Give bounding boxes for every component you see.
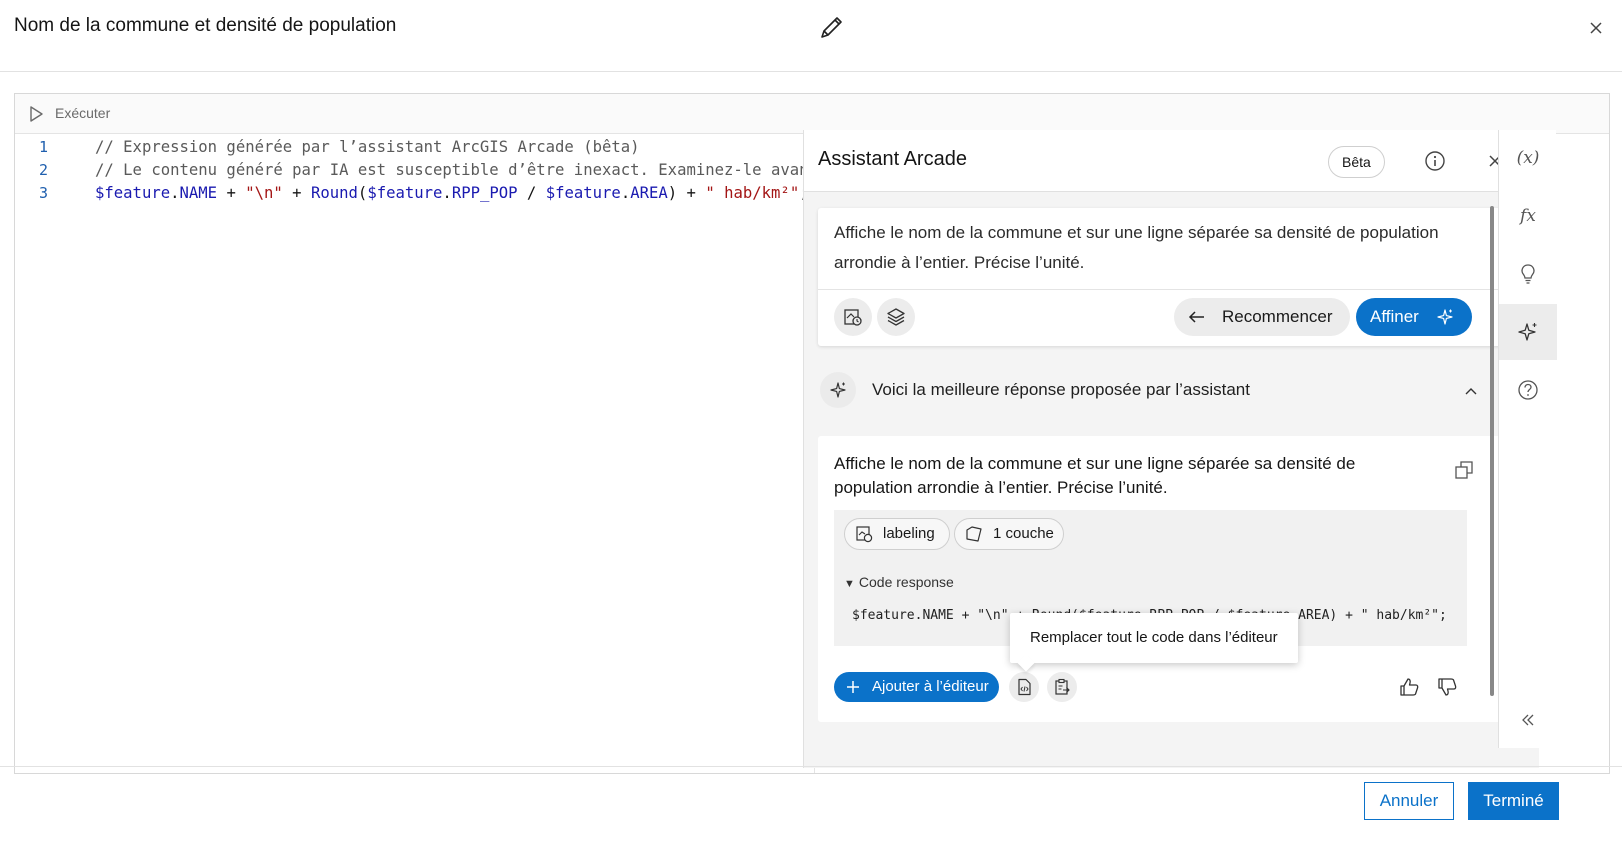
run-button[interactable]: Exécuter [55, 105, 110, 121]
layers-pill-label: 1 couche [993, 525, 1054, 542]
variables-icon: (x) [1516, 148, 1540, 168]
code-token: $feature [545, 184, 621, 202]
replace-code-tooltip: Remplacer tout le code dans l’éditeur [1010, 613, 1298, 663]
restart-label: Recommencer [1222, 307, 1333, 326]
info-icon[interactable] [1424, 150, 1446, 172]
profile-context-button[interactable] [834, 298, 872, 336]
code-token: + [217, 184, 246, 202]
line-number: 1 [39, 138, 49, 156]
cancel-button[interactable]: Annuler [1364, 782, 1454, 820]
code-token: AREA [630, 184, 668, 202]
code-file-icon [1018, 678, 1031, 696]
profile-pill-label: labeling [883, 525, 935, 542]
code-token: // Le contenu généré par IA est suscepti… [95, 161, 815, 179]
arrow-left-icon [1188, 311, 1204, 323]
copy-code-button[interactable] [1047, 672, 1077, 702]
close-icon[interactable] [1586, 18, 1606, 38]
double-chevron-left-icon [1522, 714, 1534, 726]
assistant-header: Assistant Arcade Bêta [804, 130, 1539, 192]
suggestions-button[interactable] [1499, 246, 1557, 302]
refine-label: Affiner [1370, 307, 1419, 326]
layers-context-button[interactable] [877, 298, 915, 336]
code-token: . [620, 184, 631, 202]
code-token: . [442, 184, 452, 202]
plus-icon [847, 681, 859, 693]
code-response-toggle[interactable]: ▼ Code response [844, 574, 954, 590]
help-icon [1518, 380, 1538, 400]
restart-button[interactable]: Recommencer [1174, 298, 1350, 336]
dialog-header: Nom de la commune et densité de populati… [0, 0, 1622, 72]
variables-button[interactable]: (x) [1499, 130, 1557, 186]
help-button[interactable] [1499, 362, 1557, 418]
code-token: NAME [179, 184, 218, 202]
profile-pill[interactable]: labeling [844, 518, 950, 550]
sparkle-badge [820, 372, 856, 408]
replace-code-button[interactable] [1009, 672, 1039, 702]
assistant-button[interactable] [1499, 304, 1557, 360]
dialog-title: Nom de la commune et densité de populati… [14, 15, 397, 36]
sparkle-icon [830, 382, 846, 398]
code-token: $feature [367, 184, 443, 202]
code-text: // Le contenu généré par IA est suscepti… [95, 158, 815, 182]
code-text: $feature.NAME + "\n" + Round($feature.RP… [95, 181, 809, 205]
profile-icon [844, 309, 862, 326]
best-response-label: Voici la meilleure réponse proposée par … [872, 380, 1250, 399]
code-response-label: Code response [858, 574, 954, 590]
sparkle-icon [1518, 323, 1537, 341]
layers-icon [887, 308, 905, 326]
code-text: // Expression générée par l’assistant Ar… [95, 135, 640, 159]
play-icon[interactable] [27, 105, 45, 123]
code-token: . [170, 184, 180, 202]
collapse-panel-button[interactable] [1499, 692, 1557, 748]
map-icon [966, 526, 982, 542]
response-card: Affiche le nom de la commune et sur une … [818, 436, 1518, 722]
add-to-editor-label: Ajouter à l’éditeur [872, 678, 989, 695]
thumbs-down-icon[interactable] [1436, 676, 1458, 698]
chevron-up-icon[interactable] [1464, 384, 1478, 398]
code-token: ) + [667, 184, 706, 202]
code-token: / [517, 184, 546, 202]
functions-button[interactable]: fx [1499, 188, 1557, 244]
prompt-textarea[interactable]: Affiche le nom de la commune et sur une … [834, 218, 1494, 278]
code-token: $feature [95, 184, 171, 202]
triangle-down-icon: ▼ [844, 578, 855, 590]
code-token: " hab/km²" [705, 184, 800, 202]
refine-button[interactable]: Affiner [1356, 298, 1472, 336]
code-token: RPP_POP [451, 184, 518, 202]
pencil-icon[interactable] [816, 13, 846, 43]
code-token: "\n" [245, 184, 283, 202]
assistant-title: Assistant Arcade [818, 148, 967, 170]
beta-badge: Bêta [1328, 146, 1385, 178]
thumbs-up-icon[interactable] [1398, 676, 1420, 698]
run-toolbar: Exécuter [15, 94, 1609, 134]
open-icon[interactable] [1454, 460, 1474, 480]
line-number: 2 [39, 161, 49, 179]
add-to-editor-button[interactable]: Ajouter à l’éditeur [834, 672, 999, 702]
line-number: 3 [39, 184, 49, 202]
code-token: + [282, 184, 311, 202]
lightbulb-icon [1521, 264, 1535, 284]
code-editor[interactable]: 1 // Expression générée par l’assistant A… [15, 135, 815, 773]
assistant-panel: Assistant Arcade Bêta Affiche le nom de … [803, 130, 1539, 768]
code-token: // Expression générée par l’assistant Ar… [95, 138, 640, 156]
functions-icon: fx [1520, 206, 1536, 226]
done-button[interactable]: Terminé [1468, 782, 1559, 820]
clipboard-icon [1055, 678, 1070, 695]
divider [818, 289, 1518, 290]
tool-rail: (x) fx [1498, 130, 1557, 748]
layers-pill[interactable]: 1 couche [954, 518, 1064, 550]
assistant-scrollbar[interactable] [1490, 206, 1494, 696]
dialog-footer: Annuler Terminé [0, 766, 1622, 852]
response-text: Affiche le nom de la commune et sur une … [834, 454, 1356, 497]
prompt-card: Affiche le nom de la commune et sur une … [818, 208, 1518, 346]
code-token: Round [310, 184, 358, 202]
sparkle-icon [1437, 309, 1453, 325]
profile-icon [856, 526, 873, 543]
code-token: ( [357, 184, 368, 202]
best-response-header[interactable]: Voici la meilleure réponse proposée par … [804, 360, 1524, 420]
